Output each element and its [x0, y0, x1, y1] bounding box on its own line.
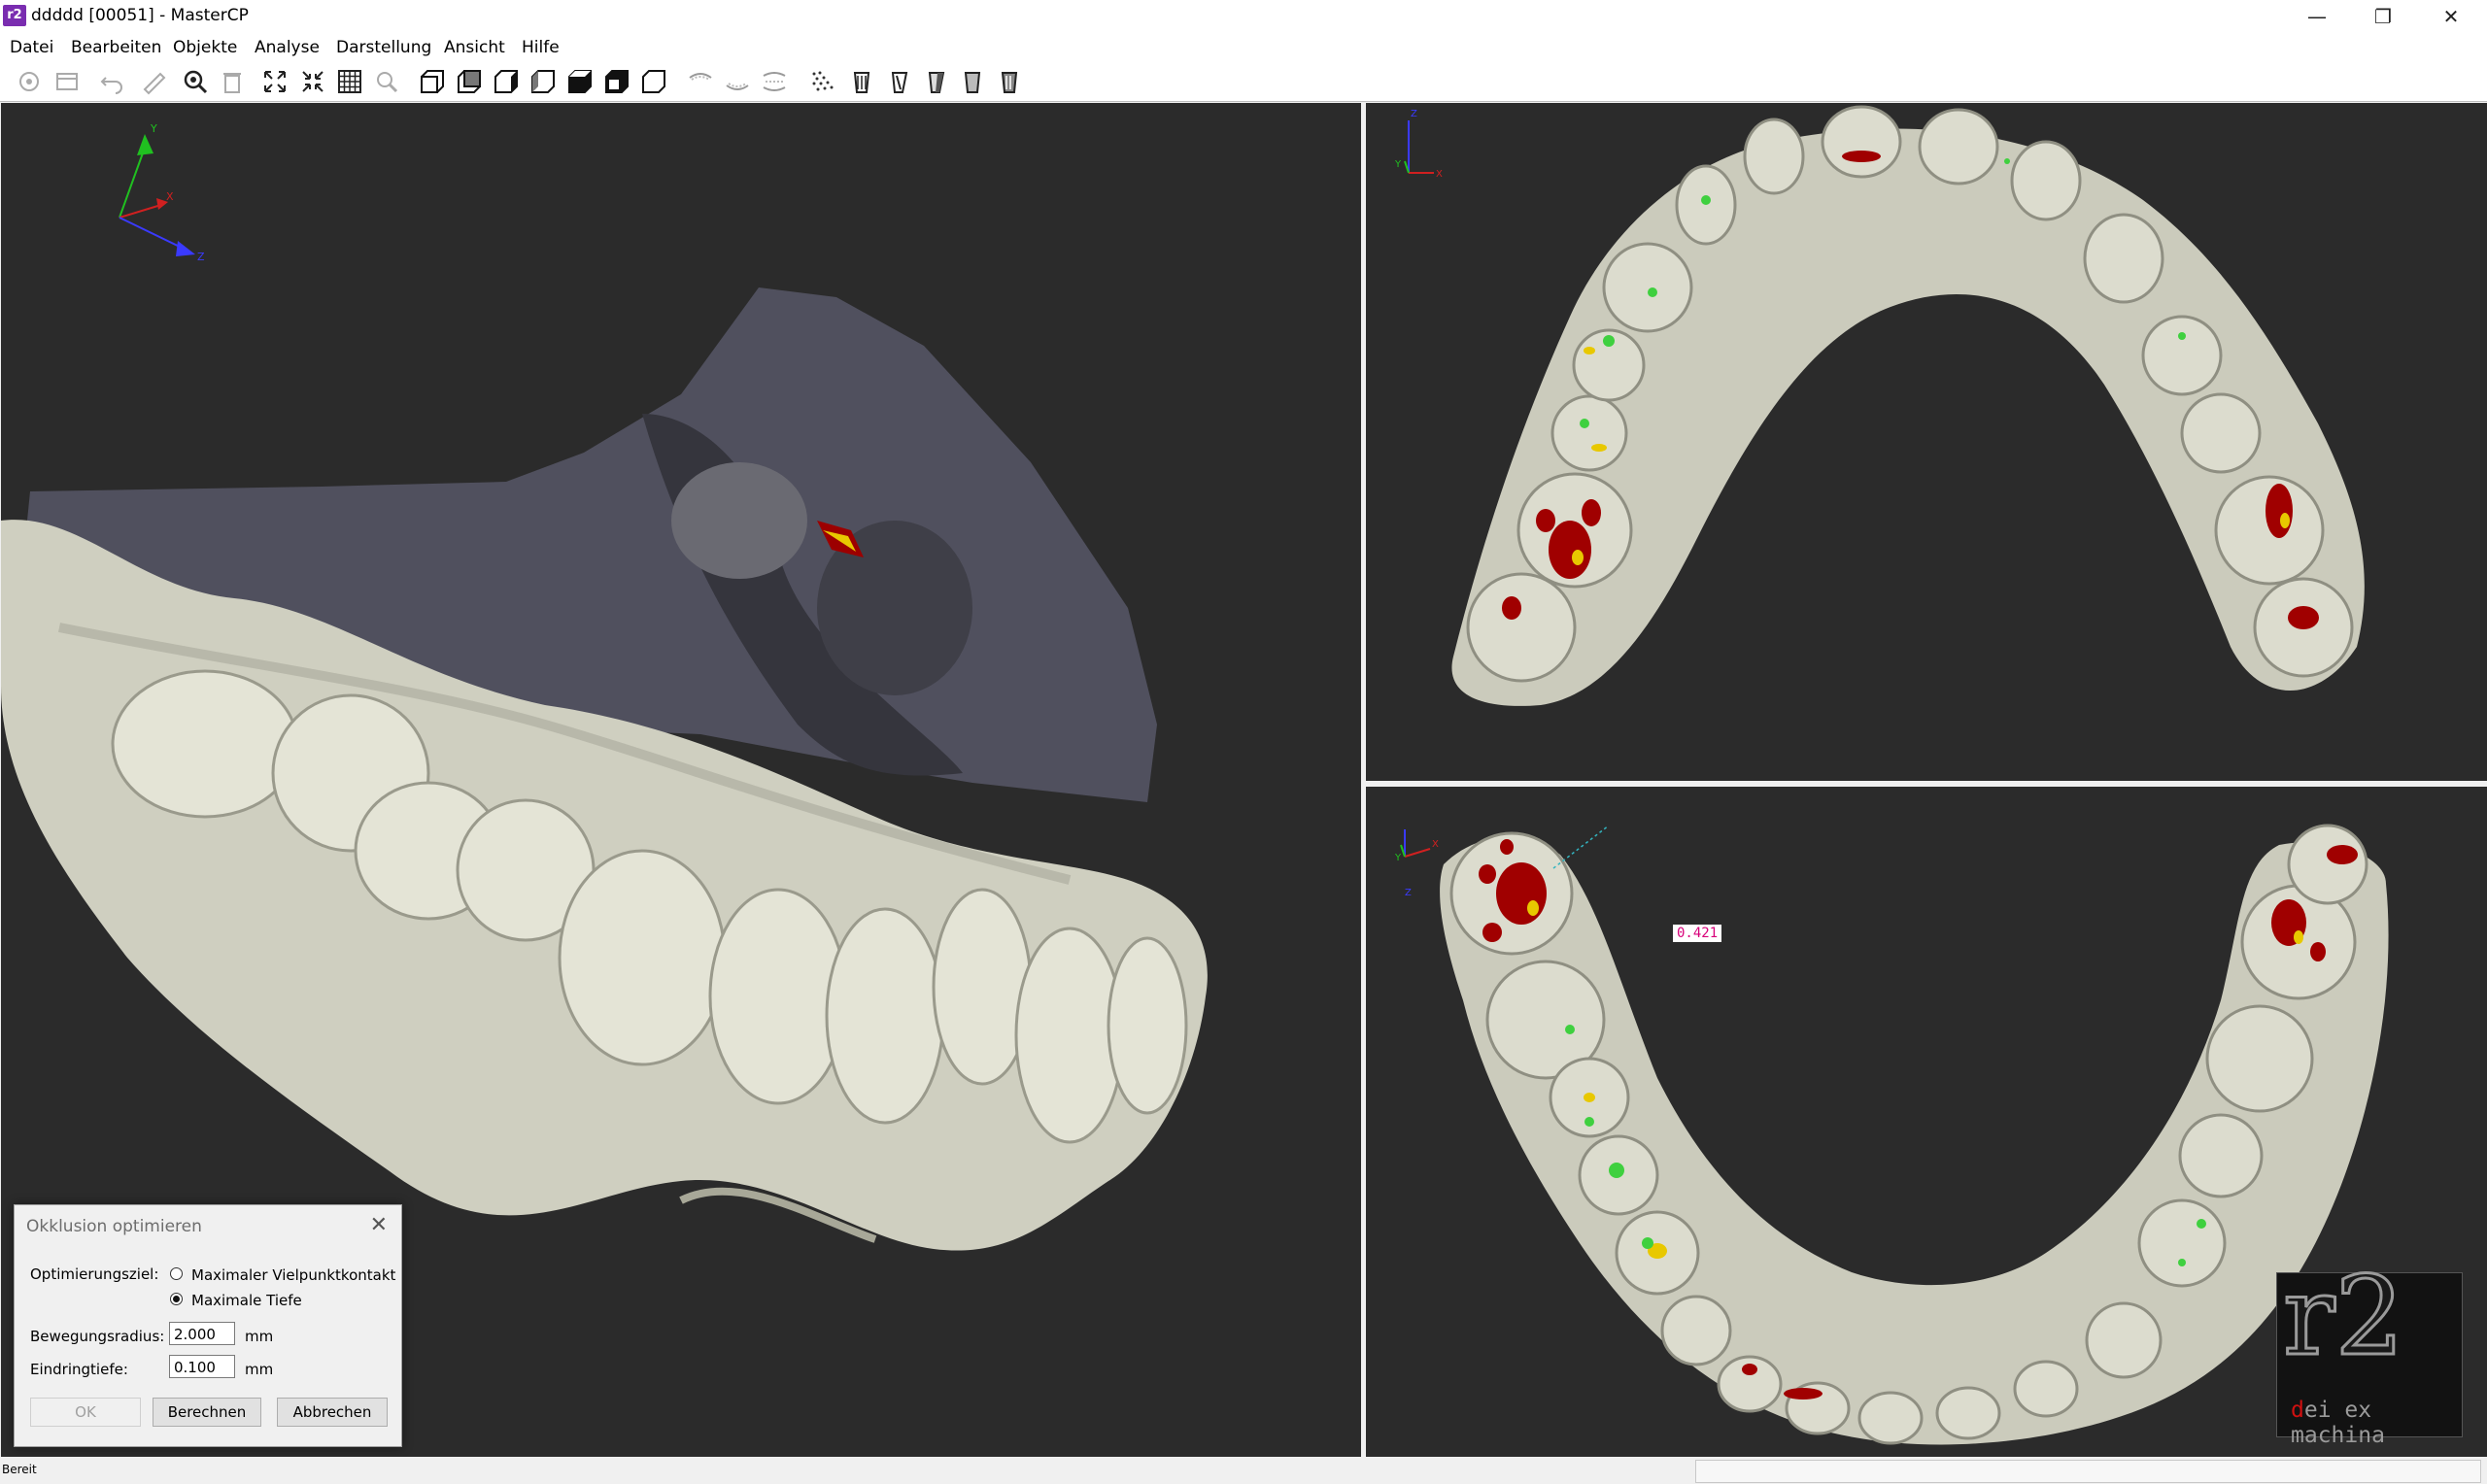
- axis-z-label: Z: [1411, 109, 1417, 119]
- option-max-depth-label[interactable]: Maximale Tiefe: [191, 1292, 302, 1309]
- axis-y-label: Y: [150, 122, 157, 135]
- dialog-close-icon[interactable]: ✕: [370, 1213, 388, 1237]
- settings-icon[interactable]: [13, 66, 46, 97]
- menu-objekte[interactable]: Objekte: [173, 38, 237, 57]
- close-button[interactable]: ✕: [2417, 0, 2485, 33]
- tooth-solid-icon[interactable]: [845, 66, 878, 97]
- axis-gizmo: Z X Y: [1394, 109, 1443, 180]
- axis-y-label: Y: [1394, 853, 1402, 863]
- menu-bar: Datei Bearbeiten Objekte Analyse Darstel…: [0, 33, 2487, 62]
- radius-input[interactable]: 2.000: [169, 1322, 235, 1345]
- cancel-button[interactable]: Abbrechen: [277, 1398, 388, 1427]
- view-bottom-icon[interactable]: [600, 66, 633, 97]
- ok-button[interactable]: OK: [30, 1398, 141, 1427]
- grid-icon[interactable]: [333, 66, 366, 97]
- distance-label: 0.421: [1673, 925, 1722, 942]
- r2-logo: r2 dei ex machina: [2276, 1253, 2463, 1448]
- tooth-wire-icon[interactable]: [882, 66, 915, 97]
- restore-button[interactable]: ❐: [2349, 0, 2417, 33]
- zoom-in-icon[interactable]: [296, 66, 329, 97]
- option-multipoint-label[interactable]: Maximaler Vielpunktkontakt: [191, 1266, 395, 1284]
- axis-gizmo: Z X Y: [1394, 829, 1439, 898]
- magnifier-icon[interactable]: [370, 66, 403, 97]
- view-back-icon[interactable]: [453, 66, 486, 97]
- dialog-title: Okklusion optimieren: [26, 1217, 202, 1236]
- radio-max-depth[interactable]: [170, 1293, 183, 1305]
- depth-label: Eindringtiefe:: [30, 1361, 128, 1378]
- minimize-button[interactable]: —: [2283, 0, 2351, 33]
- status-panel: [1695, 1460, 2481, 1483]
- calculate-button[interactable]: Berechnen: [153, 1398, 261, 1427]
- menu-darstellung[interactable]: Darstellung: [336, 38, 431, 57]
- tooth-shaded-icon[interactable]: [919, 66, 952, 97]
- radius-label: Bewegungsradius:: [30, 1328, 165, 1345]
- view-top-icon[interactable]: [563, 66, 596, 97]
- logo-tagline: dei ex machina: [2291, 1398, 2462, 1448]
- menu-bearbeiten[interactable]: Bearbeiten: [71, 38, 161, 57]
- undo-icon[interactable]: [95, 66, 128, 97]
- view-iso-icon[interactable]: [637, 66, 670, 97]
- depth-input[interactable]: 0.100: [169, 1355, 235, 1378]
- window-title: ddddd [00051] - MasterCP: [31, 6, 249, 25]
- status-text: Bereit: [2, 1463, 37, 1476]
- logo-mark: r2: [2282, 1253, 2406, 1382]
- points-icon[interactable]: [806, 66, 839, 97]
- depth-unit: mm: [245, 1361, 274, 1378]
- zoom-extents-icon[interactable]: [258, 66, 291, 97]
- tooth-all-icon[interactable]: [993, 66, 1026, 97]
- occlusion-optimize-dialog: Okklusion optimieren ✕ Optimierungsziel:…: [14, 1204, 402, 1447]
- radio-multipoint-contact[interactable]: [170, 1267, 183, 1280]
- view-left-icon[interactable]: [490, 66, 523, 97]
- archive-icon[interactable]: [51, 66, 84, 97]
- logo-tagline-first: d: [2291, 1398, 2304, 1423]
- delete-icon[interactable]: [216, 66, 249, 97]
- measure-icon[interactable]: [138, 66, 171, 97]
- view-right-icon[interactable]: [527, 66, 560, 97]
- logo-tagline-rest: ei ex machina: [2291, 1398, 2385, 1448]
- goal-label: Optimierungsziel:: [30, 1265, 159, 1283]
- upper-jaw-icon[interactable]: [684, 66, 717, 97]
- menu-ansicht[interactable]: Ansicht: [444, 38, 505, 57]
- axis-x-label: X: [1436, 169, 1443, 180]
- upper-occlusal-viewport[interactable]: Z X Y: [1366, 103, 2487, 781]
- axis-gizmo: Y X Z: [119, 122, 205, 263]
- tooth-transparent-icon[interactable]: [956, 66, 989, 97]
- toolbar: [0, 62, 2487, 102]
- axis-z-label: Z: [1405, 888, 1412, 898]
- menu-hilfe[interactable]: Hilfe: [522, 38, 560, 57]
- title-bar: r2 ddddd [00051] - MasterCP — ❐ ✕: [0, 0, 2487, 33]
- both-jaws-icon[interactable]: [758, 66, 791, 97]
- axis-z-label: Z: [197, 251, 205, 263]
- axis-y-label: Y: [1394, 159, 1402, 170]
- menu-datei[interactable]: Datei: [10, 38, 53, 57]
- status-bar: Bereit: [0, 1457, 2487, 1484]
- lower-jaw-icon[interactable]: [721, 66, 754, 97]
- menu-analyse[interactable]: Analyse: [255, 38, 320, 57]
- radius-unit: mm: [245, 1328, 274, 1345]
- axis-x-label: X: [166, 190, 174, 203]
- upper-arch-model: Z X Y: [1394, 105, 2365, 706]
- axis-x-label: X: [1432, 839, 1439, 850]
- view-front-icon[interactable]: [416, 66, 449, 97]
- app-icon: r2: [3, 5, 26, 26]
- zoom-search-icon[interactable]: [179, 66, 212, 97]
